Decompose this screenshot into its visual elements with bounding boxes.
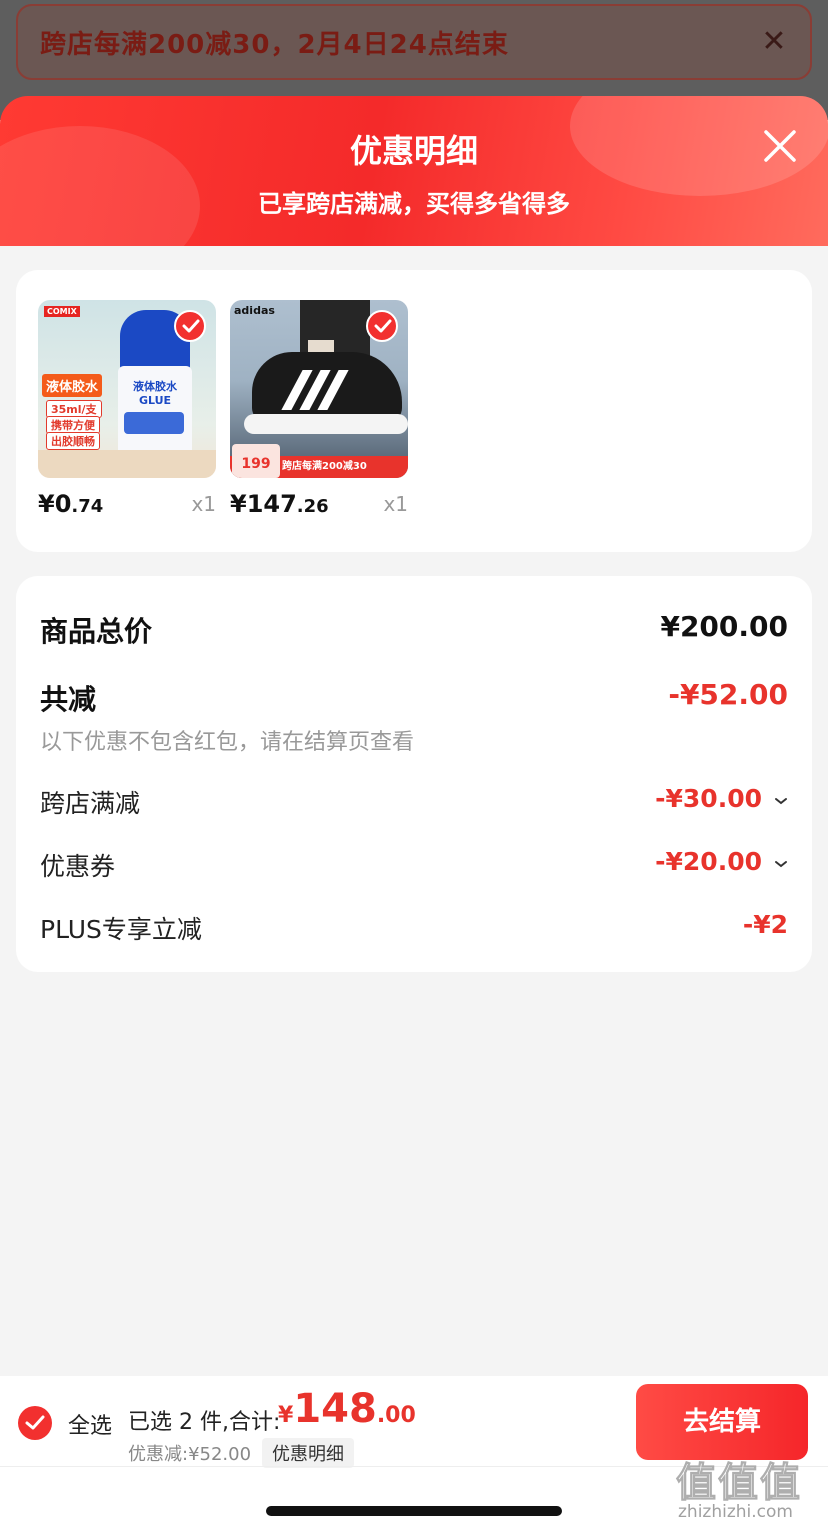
selected-count-text: 已选 2 件,合计: [128,1410,281,1435]
total-price-label: 商品总价 [40,615,153,648]
product-item[interactable]: COMIX 液体胶水 GLUE 液体胶水 35ml/支 携带方便 出胶顺畅 ¥0.… [38,300,216,518]
watermark-logo: 值值值 [676,1460,802,1507]
select-all-label[interactable]: 全选 [68,1408,112,1440]
total-discount-label: 共减 [40,683,97,716]
discount-item-value: -¥2 [742,910,788,939]
discount-item-row[interactable]: 跨店满减 -¥30.00 [40,784,788,820]
home-indicator [266,1506,562,1516]
shoe-sole [244,414,408,434]
product-price-row: ¥147.26 x1 [230,490,408,524]
product-price-row: ¥0.74 x1 [38,490,216,524]
discount-item-label: PLUS专享立减 [40,915,202,944]
sheet-subtitle: 已享跨店满减，买得多省得多 [258,190,570,218]
promo-banner-text: 跨店每满200减30，2月4日24点结束 [40,29,509,60]
product-price: ¥147.26 [230,490,329,518]
product-quantity: x1 [191,492,216,516]
close-icon[interactable] [760,126,800,166]
bottle-band [124,412,184,434]
discount-summary-text: 优惠减:¥52.00 [128,1444,252,1465]
display-plate [38,450,216,478]
checkout-button[interactable]: 去结算 [636,1384,808,1460]
product-tag: 出胶顺畅 [46,432,100,450]
promo-price: 199 [232,444,280,478]
product-item[interactable]: adidas 跨店每满200减30 199 ¥147.26 x1 [230,300,408,518]
checkmark-icon[interactable] [174,310,206,342]
total-discount-row: 共减 -¥52.00 [40,678,788,718]
brand-logo: COMIX [44,306,80,317]
shoe [252,352,402,422]
discount-item-label: 优惠券 [40,852,116,881]
discount-note: 以下优惠不包含红包，请在结算页查看 [40,730,415,755]
order-total: ¥148.00 [278,1386,416,1432]
discount-detail-header: 优惠明细 已享跨店满减，买得多省得多 [0,96,828,246]
select-all-checkbox[interactable] [18,1406,52,1440]
chevron-down-icon[interactable] [774,796,788,806]
chevron-down-icon[interactable] [774,859,788,869]
sheet-title: 优惠明细 [349,132,478,170]
product-quantity: x1 [383,492,408,516]
discount-detail-button[interactable]: 优惠明细 [262,1438,354,1468]
product-price: ¥0.74 [38,490,104,518]
watermark: 值值值 zhizhizhi.com [676,1450,824,1530]
products-card: COMIX 液体胶水 GLUE 液体胶水 35ml/支 携带方便 出胶顺畅 ¥0.… [16,270,812,552]
total-price-value: ¥200.00 [660,610,788,643]
checkmark-icon[interactable] [366,310,398,342]
total-discount-value: -¥52.00 [668,678,788,711]
bottle-label: 液体胶水 GLUE [133,380,177,407]
promo-banner: 跨店每满200减30，2月4日24点结束 ✕ [16,4,812,80]
product-tag: 液体胶水 [42,374,103,397]
discount-item-value: -¥20.00 [655,847,762,876]
discount-item-row: PLUS专享立减 -¥2 [40,910,788,946]
banner-close-icon[interactable]: ✕ [756,24,792,60]
watermark-url: zhizhizhi.com [678,1502,793,1522]
price-summary-card: 商品总价 ¥200.00 共减 -¥52.00 以下优惠不包含红包，请在结算页查… [16,576,812,972]
discount-item-row[interactable]: 优惠券 -¥20.00 [40,847,788,883]
discount-item-value: -¥30.00 [655,784,762,813]
product-image-shoe[interactable]: adidas 跨店每满200减30 199 [230,300,408,478]
discount-item-label: 跨店满减 [40,789,141,818]
total-price-row: 商品总价 ¥200.00 [40,610,788,650]
product-image-glue[interactable]: COMIX 液体胶水 GLUE 液体胶水 35ml/支 携带方便 出胶顺畅 [38,300,216,478]
brand-logo: adidas [234,304,275,317]
